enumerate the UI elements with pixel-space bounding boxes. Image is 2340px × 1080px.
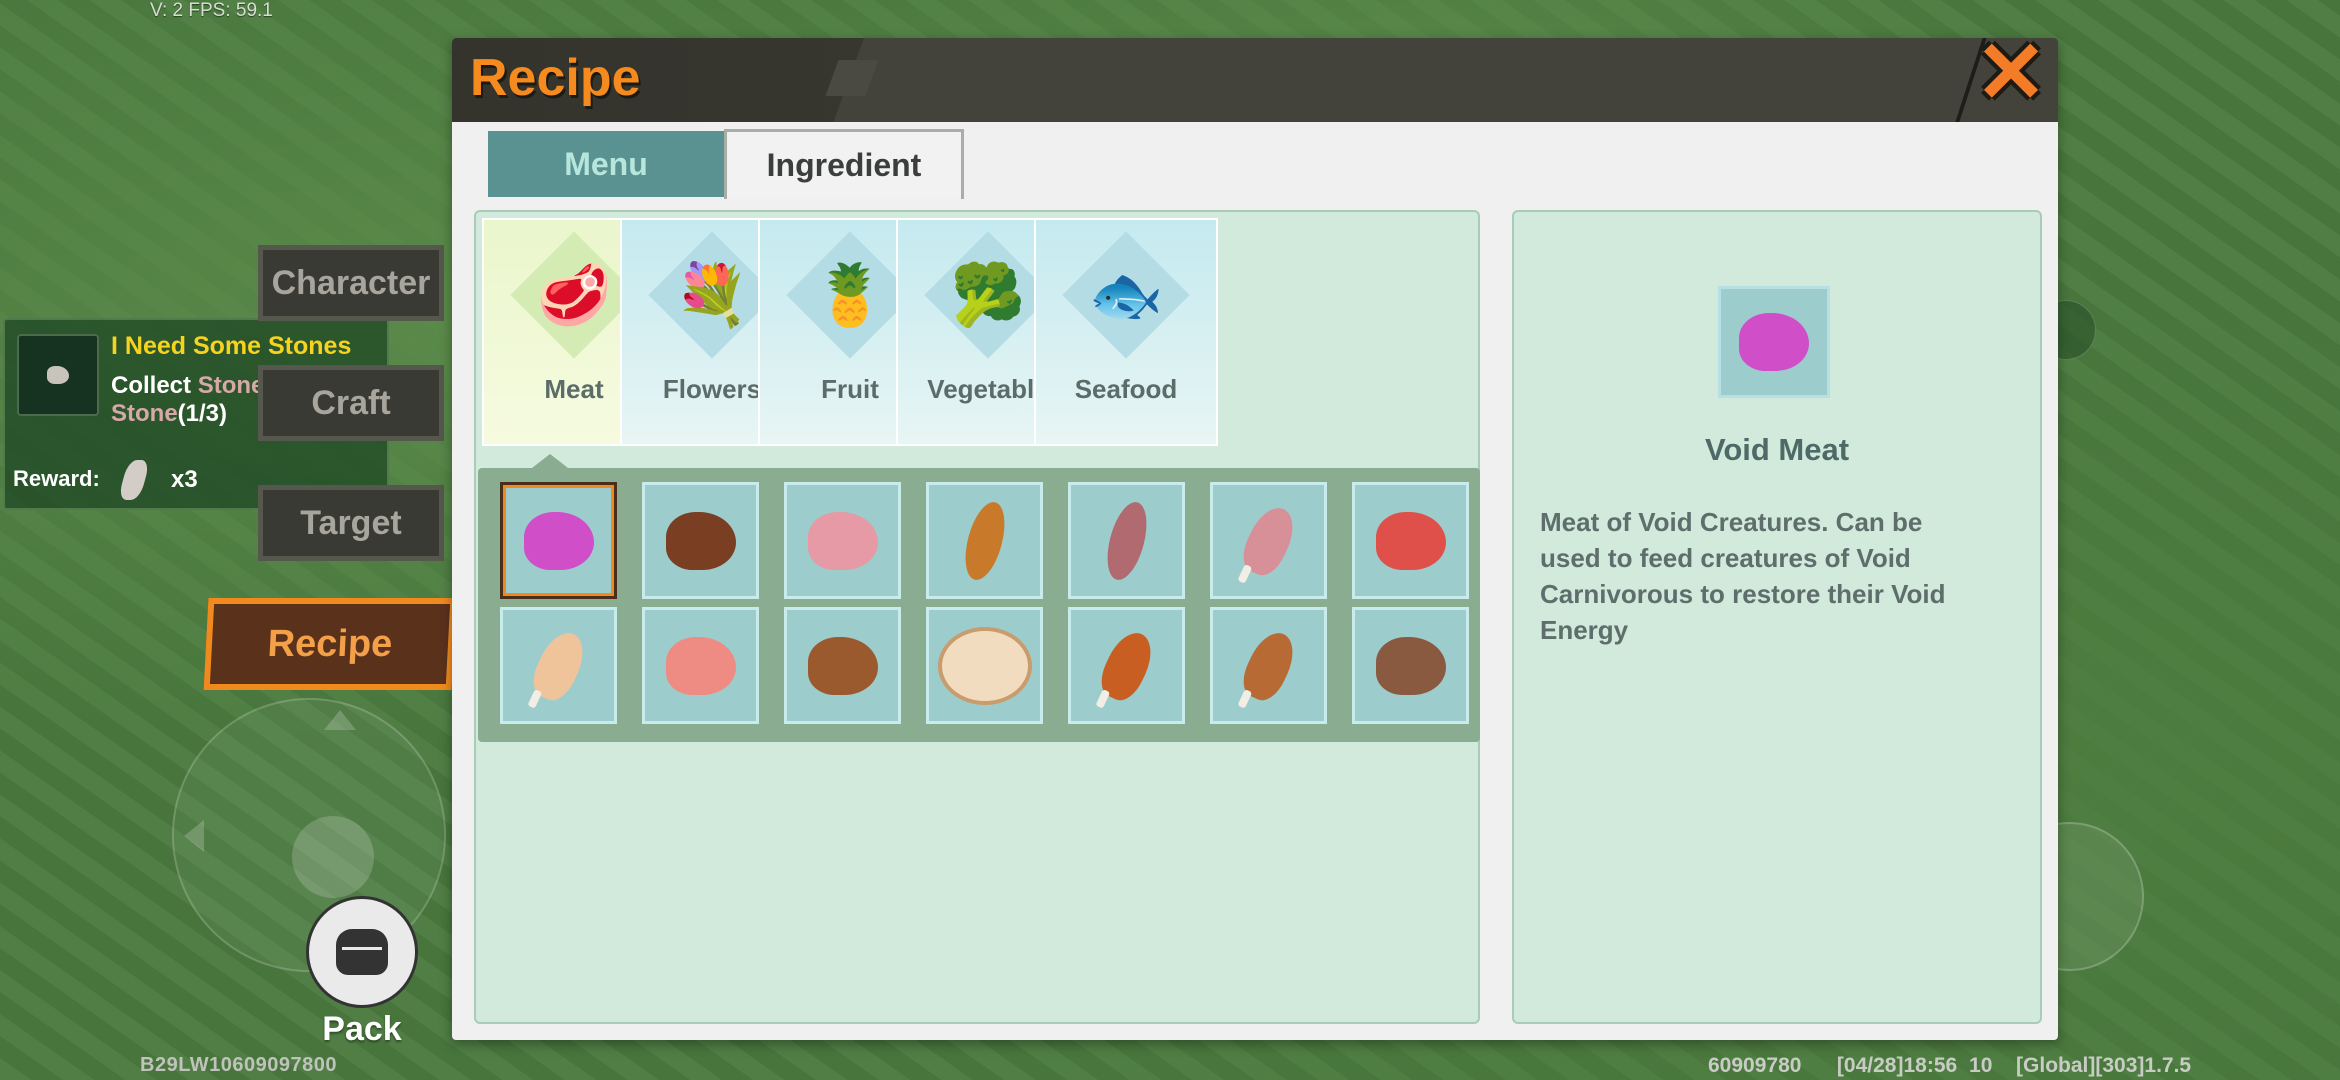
category-label: Flowers	[662, 374, 762, 404]
void-meat-icon	[1739, 313, 1809, 371]
ingredient-slot-roast-drumstick[interactable]	[1210, 607, 1327, 724]
dark-meat-icon	[665, 511, 736, 570]
reward-label: Reward:	[13, 466, 100, 491]
ingredient-slot-dark-meat[interactable]	[642, 482, 759, 599]
dialog-titlebar: Recipe ✕	[452, 38, 2058, 122]
side-menu-character[interactable]: Character	[258, 245, 444, 321]
ingredient-slot-grilled-steak[interactable]	[784, 607, 901, 724]
reward-count: x3	[171, 466, 198, 493]
category-label: Meat	[544, 374, 604, 404]
ingredient-slot-void-meat[interactable]	[500, 482, 617, 599]
vegetable-platter-icon: 🥦	[950, 261, 1026, 328]
selected-category-indicator	[532, 454, 568, 468]
pink-meat-icon	[807, 511, 878, 570]
raw-drumstick-icon	[1235, 500, 1302, 581]
close-x-icon: ✕	[1974, 38, 2048, 121]
side-menu-target[interactable]: Target	[258, 485, 444, 561]
ingredient-slot-ham-leg[interactable]	[500, 607, 617, 724]
flower-platter-icon: 💐	[674, 261, 750, 328]
quest-progress: (1/3)	[177, 400, 228, 427]
wing-meat-icon	[957, 497, 1012, 584]
detail-panel: Void Meat Meat of Void Creatures. Can be…	[1512, 210, 2042, 1024]
recipe-dialog: Recipe ✕ Menu Ingredient 🥩 Meat 💐 Flowers 🍍 F…	[452, 38, 2058, 1040]
device-id: B29LW10609097800	[140, 1054, 338, 1076]
arrow-left-icon	[184, 820, 204, 852]
joystick-knob[interactable]	[292, 816, 374, 898]
organ-meat-icon	[1099, 497, 1154, 584]
backpack-icon	[336, 929, 388, 975]
arrow-up-icon	[324, 710, 356, 730]
fruit-platter-icon: 🍍	[812, 261, 888, 328]
fps-counter: V: 2 FPS: 59.1	[150, 0, 273, 21]
red-steak-icon	[1375, 511, 1446, 570]
seafood-platter-icon: 🐟	[1088, 261, 1164, 328]
side-menu-craft[interactable]: Craft	[258, 365, 444, 441]
side-menu-recipe[interactable]: Recipe	[203, 598, 457, 690]
ingredient-slot-roast-ham[interactable]	[1068, 607, 1185, 724]
ingredient-slot-sliced-roast[interactable]	[1352, 607, 1469, 724]
roast-drumstick-icon	[1235, 625, 1302, 706]
pack-label: Pack	[322, 1010, 402, 1048]
ingredient-slot-pink-meat[interactable]	[784, 482, 901, 599]
ham-leg-icon	[525, 625, 592, 706]
category-label: Fruit	[821, 374, 879, 404]
quest-title: I Need Some Stones	[111, 332, 352, 360]
meat-platter-icon	[937, 626, 1032, 705]
ingredient-slot-raw-drumstick[interactable]	[1210, 482, 1327, 599]
ingredient-slot-red-steak[interactable]	[1352, 482, 1469, 599]
reward-stone-icon	[117, 460, 151, 500]
quest-description: Collect Stone Stone(1/3)	[111, 372, 265, 427]
category-label: Seafood	[1074, 374, 1178, 404]
detail-item-icon	[1718, 286, 1830, 398]
dialog-title: Recipe	[470, 49, 641, 107]
stone-icon	[17, 334, 99, 416]
void-meat-icon	[523, 511, 594, 570]
salmon-meat-icon	[665, 636, 736, 695]
ingredient-grid	[478, 468, 1480, 742]
tab-ingredient[interactable]: Ingredient	[724, 129, 964, 199]
ingredient-slot-meat-platter[interactable]	[926, 607, 1043, 724]
detail-item-name: Void Meat	[1704, 432, 1850, 467]
detail-item-description: Meat of Void Creatures. Can be used to f…	[1540, 507, 1946, 645]
server-info: 60909780 [04/28]18:56 10 [Global][303]1.…	[1708, 1054, 2192, 1077]
roast-ham-icon	[1093, 625, 1160, 706]
category-label: Vegetable	[927, 374, 1049, 404]
ingredient-slot-wing-meat[interactable]	[926, 482, 1043, 599]
ingredient-panel: 🥩 Meat 💐 Flowers 🍍 Fruit 🥦 Vegetable 🐟 Seafood	[474, 210, 1480, 1024]
pack-button[interactable]	[306, 896, 418, 1008]
category-seafood[interactable]: 🐟 Seafood	[1034, 218, 1218, 446]
close-button[interactable]: ✕	[1972, 38, 2050, 116]
sliced-roast-icon	[1375, 636, 1446, 695]
meat-platter-icon: 🥩	[536, 261, 612, 328]
tab-menu[interactable]: Menu	[488, 131, 724, 197]
ingredient-slot-salmon-meat[interactable]	[642, 607, 759, 724]
ingredient-slot-organ-meat[interactable]	[1068, 482, 1185, 599]
grilled-steak-icon	[807, 636, 878, 695]
